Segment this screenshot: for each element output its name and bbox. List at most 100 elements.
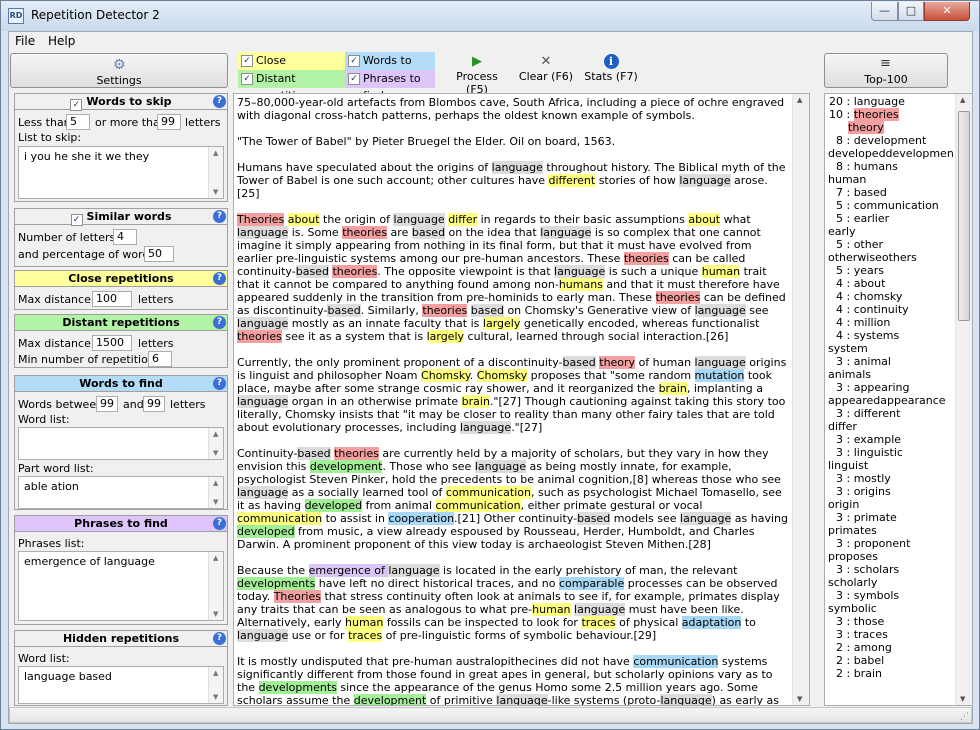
scroll-down-icon[interactable]: ▼: [797, 695, 802, 703]
top100-button[interactable]: ≡ Top-100: [824, 53, 948, 88]
top100-entry[interactable]: 7 : based: [828, 186, 954, 199]
entry-variant: others: [881, 251, 917, 264]
document-text-area[interactable]: 75–80,000-year-old artefacts from Blombo…: [233, 93, 810, 706]
hidden-word-list-field[interactable]: language based ▲ ▼: [18, 666, 224, 704]
top100-entry[interactable]: 3 : different: [828, 407, 954, 420]
scroll-up-icon[interactable]: ▲: [213, 149, 218, 157]
phrases-list-field[interactable]: emergence of language ▲ ▼: [18, 551, 224, 621]
top100-entry[interactable]: 3 : appearing: [828, 381, 954, 394]
document-scrollbar[interactable]: ▲ ▼: [792, 94, 809, 705]
top100-entry[interactable]: 3 : scholars: [828, 563, 954, 576]
top100-entry[interactable]: 3 : proponent: [828, 537, 954, 550]
scrollbar[interactable]: ▲ ▼: [208, 428, 223, 459]
top100-entry[interactable]: 4 : million: [828, 316, 954, 329]
entry-count: 4: [836, 329, 843, 342]
menu-help[interactable]: Help: [48, 34, 75, 48]
part-word-list-field[interactable]: able ation ▲ ▼: [18, 476, 224, 509]
scroll-up-icon[interactable]: ▲: [960, 96, 965, 104]
settings-button[interactable]: ⚙ Settings: [10, 53, 228, 88]
part-word-list-label: Part word list:: [18, 462, 94, 475]
top100-entry[interactable]: 3 : origins: [828, 485, 954, 498]
skip-list-field[interactable]: i you he she it we they ▲ ▼: [18, 146, 224, 199]
percentage-input[interactable]: 50: [144, 246, 174, 262]
scroll-up-icon[interactable]: ▲: [213, 669, 218, 677]
top100-entry[interactable]: 2 : babel: [828, 654, 954, 667]
help-icon[interactable]: ?: [213, 316, 226, 329]
help-icon[interactable]: ?: [213, 377, 226, 390]
checkbox-icon[interactable]: ✓: [70, 99, 83, 111]
entry-variant: theory: [848, 121, 884, 134]
scroll-up-icon[interactable]: ▲: [797, 96, 802, 104]
scrollbar[interactable]: ▲ ▼: [208, 667, 223, 703]
maximize-button[interactable]: □: [898, 2, 924, 21]
help-icon[interactable]: ?: [213, 517, 226, 530]
top100-entry[interactable]: 3 : symbols: [828, 589, 954, 602]
number-of-letters-input[interactable]: 4: [113, 229, 137, 245]
menu-file[interactable]: File: [15, 34, 35, 48]
top100-entry[interactable]: 4 : chomsky: [828, 290, 954, 303]
scroll-down-icon[interactable]: ▼: [960, 695, 965, 703]
scrollbar[interactable]: ▲ ▼: [208, 477, 223, 508]
top100-entry[interactable]: 3 : linguistic: [828, 446, 954, 459]
distant-repetitions-toggle[interactable]: ✓Distant repetitions: [238, 70, 345, 102]
help-icon[interactable]: ?: [213, 272, 226, 285]
close-repetitions-panel: Close repetitions? Max distance: 100 let…: [14, 270, 228, 310]
letters-label: letters: [170, 398, 206, 411]
top100-entry[interactable]: 4 : about: [828, 277, 954, 290]
top100-entry[interactable]: 8 : humans: [828, 160, 954, 173]
top100-entry[interactable]: 3 : primate: [828, 511, 954, 524]
scroll-down-icon[interactable]: ▼: [213, 693, 218, 701]
scroll-up-icon[interactable]: ▲: [213, 430, 218, 438]
scroll-down-icon[interactable]: ▼: [213, 498, 218, 506]
top100-entry[interactable]: 8 : development: [828, 134, 954, 147]
minimize-button[interactable]: —: [871, 2, 898, 21]
top100-entry[interactable]: 3 : mostly: [828, 472, 954, 485]
top100-entry[interactable]: 5 : earlier: [828, 212, 954, 225]
close-repetitions-toggle[interactable]: ✓Close repetitions: [238, 52, 345, 84]
clear-button[interactable]: ✕ Clear (F6): [517, 54, 575, 83]
help-icon[interactable]: ?: [213, 632, 226, 645]
max-distance-input[interactable]: 1500: [92, 335, 132, 351]
phrases-to-find-toggle[interactable]: ✓Phrases to find: [345, 70, 435, 102]
help-icon[interactable]: ?: [213, 210, 226, 223]
scroll-down-icon[interactable]: ▼: [213, 188, 218, 196]
top100-list[interactable]: 20 : language 10 : theories theory 8 : deve…: [824, 93, 973, 706]
top100-entry[interactable]: 3 : example: [828, 433, 954, 446]
entry-word: about: [853, 277, 886, 290]
scroll-thumb[interactable]: [958, 111, 970, 321]
top100-entry[interactable]: 5 : communication: [828, 199, 954, 212]
entry-count: 7: [836, 186, 843, 199]
scroll-down-icon[interactable]: ▼: [213, 610, 218, 618]
more-than-input[interactable]: 99: [157, 114, 181, 130]
top100-entry[interactable]: 3 : those: [828, 615, 954, 628]
top100-scrollbar[interactable]: ▲ ▼: [955, 94, 972, 705]
top100-entry[interactable]: 3 : traces: [828, 628, 954, 641]
top100-entry[interactable]: 2 : among: [828, 641, 954, 654]
scrollbar[interactable]: ▲ ▼: [208, 552, 223, 620]
top100-entry[interactable]: 20 : language: [828, 95, 954, 108]
process-button[interactable]: ▶ Process (F5): [444, 54, 510, 96]
close-button[interactable]: ✕: [924, 2, 970, 21]
top100-entry[interactable]: 4 : systems: [828, 329, 954, 342]
words-to-find-toggle[interactable]: ✓Words to find: [345, 52, 435, 84]
less-than-input[interactable]: 5: [66, 114, 90, 130]
top100-entry[interactable]: 2 : brain: [828, 667, 954, 680]
top100-entry[interactable]: 4 : continuity: [828, 303, 954, 316]
checkbox-icon[interactable]: ✓: [70, 214, 83, 226]
words-between-to-input[interactable]: 99: [143, 396, 165, 412]
scroll-down-icon[interactable]: ▼: [213, 449, 218, 457]
stats-button[interactable]: i Stats (F7): [583, 54, 639, 83]
top100-entry[interactable]: 10 : theories: [828, 108, 954, 121]
word-list-field[interactable]: ▲ ▼: [18, 427, 224, 460]
top100-entry[interactable]: 5 : years: [828, 264, 954, 277]
scroll-up-icon[interactable]: ▲: [213, 554, 218, 562]
words-between-from-input[interactable]: 99: [96, 396, 118, 412]
help-icon[interactable]: ?: [213, 95, 226, 108]
min-repetitions-input[interactable]: 6: [148, 351, 172, 367]
scrollbar[interactable]: ▲ ▼: [208, 147, 223, 198]
top100-entry[interactable]: 3 : animal: [828, 355, 954, 368]
scroll-up-icon[interactable]: ▲: [213, 479, 218, 487]
top100-entry[interactable]: 5 : other: [828, 238, 954, 251]
resize-grip-icon[interactable]: ⋰: [960, 712, 969, 722]
max-distance-input[interactable]: 100: [92, 291, 132, 307]
